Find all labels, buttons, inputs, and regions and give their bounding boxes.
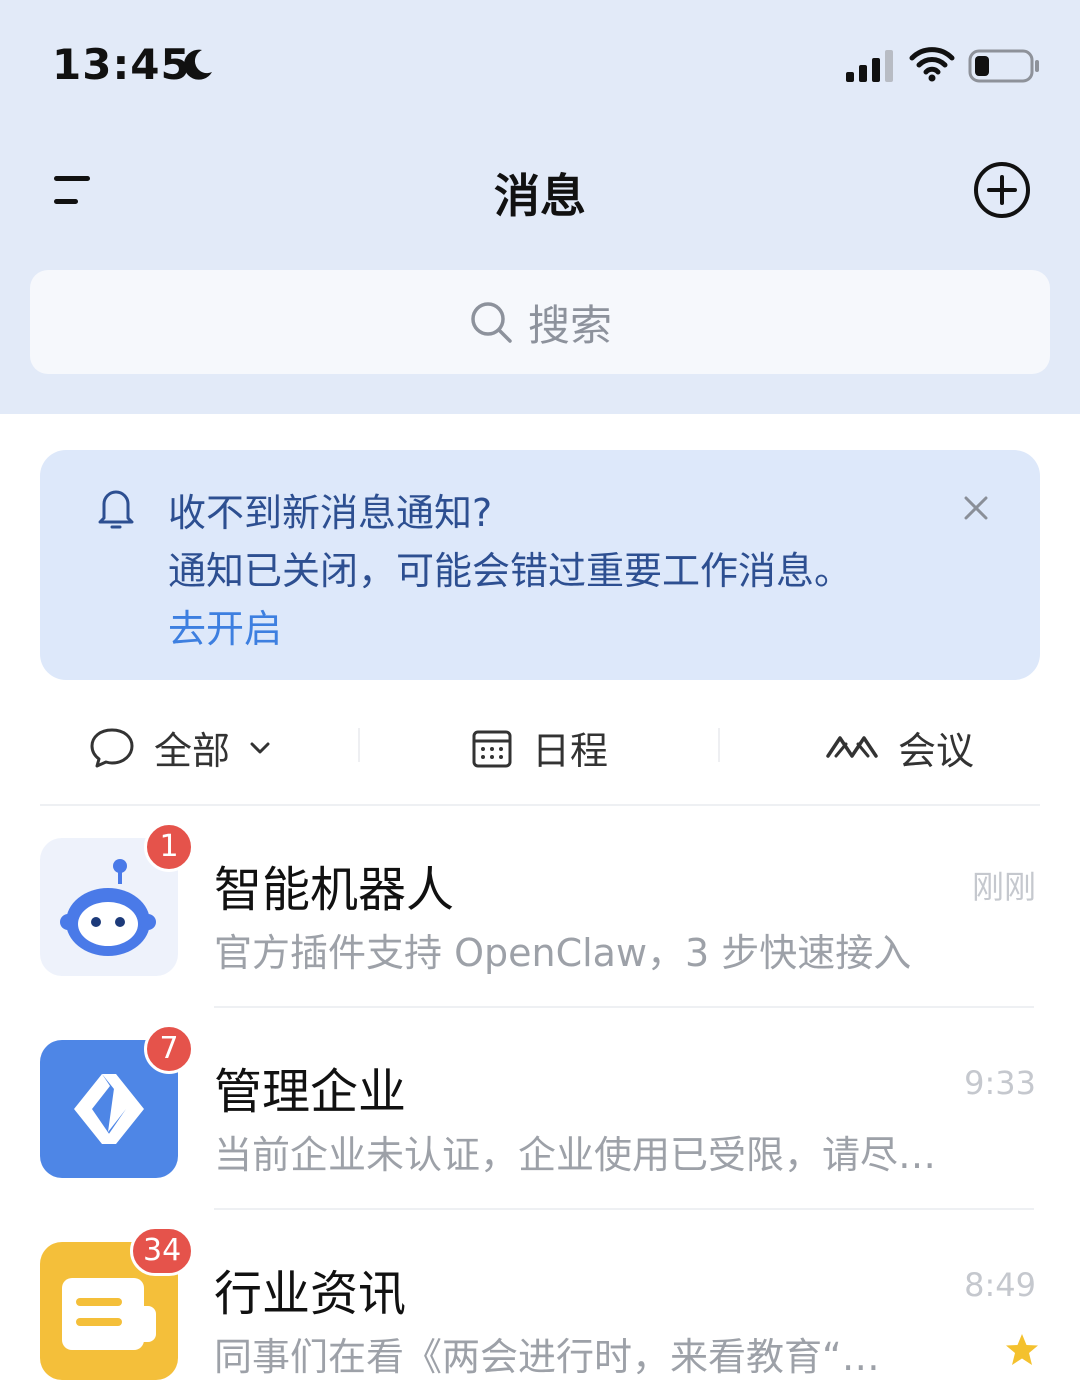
moon-icon	[183, 49, 212, 80]
unread-badge: 34	[130, 1226, 195, 1276]
conversation-name: 行业资讯	[214, 1266, 407, 1322]
filter-all-button[interactable]: 全部	[88, 720, 272, 775]
chevron-down-icon	[250, 742, 270, 753]
search-bar[interactable]: 搜索	[30, 270, 1050, 374]
conversation-item-manage-enterprise[interactable]: 7 管理企业 当前企业未认证，企业使用已受限，请尽… 9:33	[0, 1022, 1080, 1222]
conversation-preview: 官方插件支持 OpenClaw，3 步快速接入	[214, 931, 912, 975]
status-time: 13:45	[52, 40, 191, 89]
notification-banner: 收不到新消息通知? 通知已关闭，可能会错过重要工作消息。 去开启	[40, 450, 1040, 680]
enable-notifications-link[interactable]: 去开启	[168, 598, 282, 653]
filter-meeting-button[interactable]: 会议	[824, 720, 974, 775]
chat-bubble-icon	[90, 728, 134, 767]
add-button[interactable]	[972, 160, 1032, 220]
divider	[40, 804, 1040, 806]
unread-badge: 7	[144, 1024, 194, 1074]
calendar-icon	[472, 730, 512, 767]
banner-message: 通知已关闭，可能会错过重要工作消息。	[168, 549, 853, 593]
row-divider	[214, 1006, 1034, 1008]
bell-icon	[98, 490, 134, 529]
meeting-icon	[826, 735, 878, 758]
search-placeholder: 搜索	[527, 300, 612, 350]
filter-schedule-label: 日程	[532, 729, 609, 773]
page-title: 消息	[494, 169, 586, 223]
filter-meeting-label: 会议	[898, 729, 975, 773]
row-divider	[214, 1208, 1034, 1210]
conversation-item-industry-news[interactable]: 34 行业资讯 同事们在看《两会进行时，来看教育“… 8:49	[0, 1224, 1080, 1380]
unread-badge: 1	[144, 822, 194, 872]
conversation-preview: 同事们在看《两会进行时，来看教育“…	[214, 1335, 880, 1379]
conversation-preview: 当前企业未认证，企业使用已受限，请尽…	[214, 1133, 937, 1177]
filter-divider	[718, 728, 720, 762]
star-icon	[1006, 1334, 1038, 1365]
search-icon	[471, 302, 512, 343]
conversation-time: 8:49	[964, 1266, 1036, 1304]
conversation-name: 管理企业	[214, 1064, 407, 1120]
filter-schedule-button[interactable]: 日程	[470, 720, 608, 775]
conversation-time: 9:33	[964, 1064, 1036, 1102]
conversation-time: 刚刚	[971, 868, 1036, 906]
filter-divider	[358, 728, 360, 762]
cellular-signal-icon	[846, 50, 893, 82]
wifi-icon	[909, 47, 955, 82]
conversation-name: 智能机器人	[214, 862, 455, 918]
conversation-item-robot[interactable]: 1 智能机器人 官方插件支持 OpenClaw，3 步快速接入 刚刚	[0, 820, 1080, 1020]
filter-all-label: 全部	[154, 729, 231, 773]
battery-icon	[968, 49, 1039, 83]
banner-title: 收不到新消息通知?	[168, 491, 493, 535]
close-icon[interactable]	[958, 490, 994, 526]
filter-bar: 全部 日程 会议	[0, 700, 1080, 790]
